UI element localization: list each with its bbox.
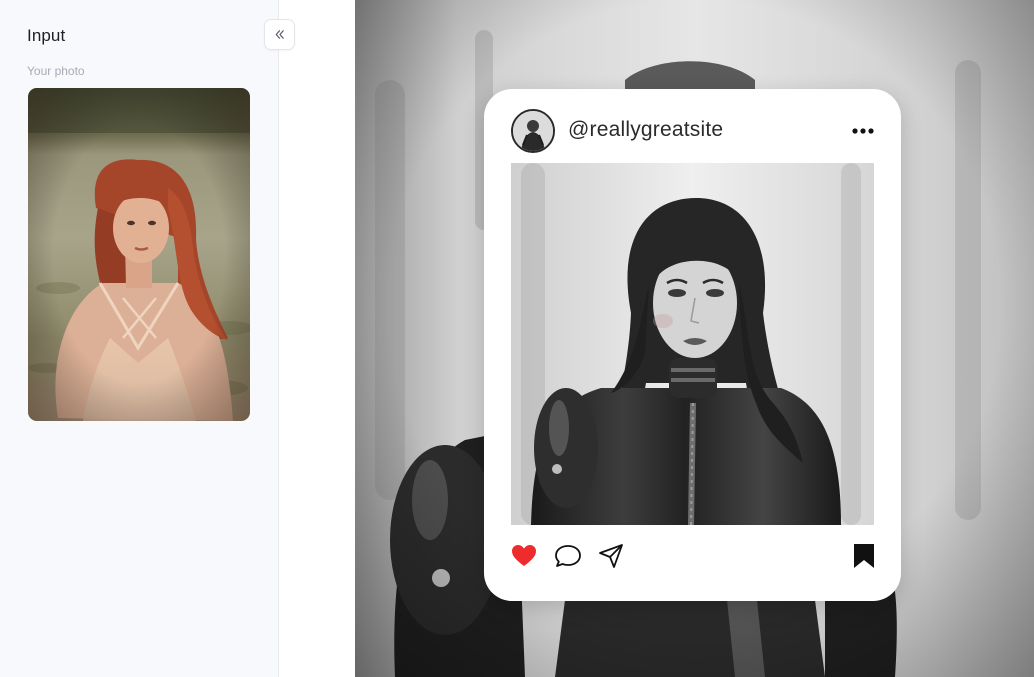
preview-canvas: @reallygreatsite — [355, 0, 1034, 677]
post-photo-image — [511, 163, 874, 525]
input-photo-image — [28, 88, 250, 421]
collapse-sidebar-button[interactable] — [264, 19, 295, 50]
social-post-card: @reallygreatsite — [484, 89, 901, 601]
sidebar: Input Your photo — [0, 0, 279, 677]
your-photo-label: Your photo — [27, 64, 85, 78]
avatar-image — [513, 111, 553, 151]
sidebar-title: Input — [27, 26, 66, 45]
avatar[interactable] — [511, 109, 555, 153]
post-username[interactable]: @reallygreatsite — [568, 118, 723, 142]
gutter — [279, 0, 355, 677]
comment-icon[interactable] — [554, 542, 582, 570]
app: Input Your photo @reallygreatsite — [0, 0, 1034, 677]
bookmark-icon[interactable] — [850, 542, 878, 570]
double-chevron-left-icon — [275, 30, 284, 39]
post-photo[interactable] — [511, 163, 874, 525]
input-photo[interactable] — [28, 88, 250, 421]
send-icon[interactable] — [597, 542, 625, 570]
more-dots-icon[interactable] — [851, 119, 875, 143]
heart-icon[interactable] — [510, 542, 538, 570]
